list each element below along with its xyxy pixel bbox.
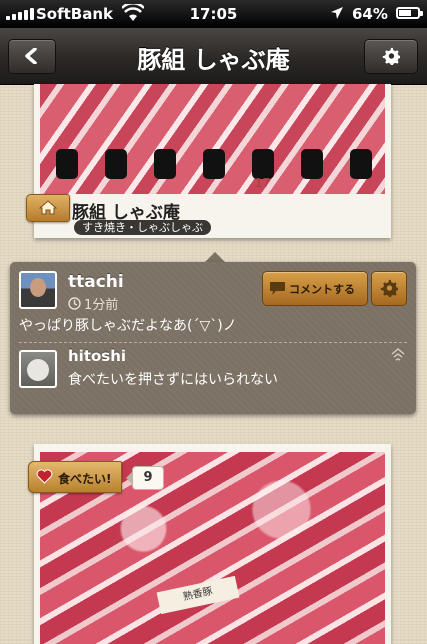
gear-icon <box>382 47 400 65</box>
navigation-bar: 豚組 しゃぶ庵 <box>0 28 427 85</box>
avatar[interactable] <box>19 271 57 309</box>
settings-button[interactable] <box>364 39 418 74</box>
location-icon <box>331 7 343 19</box>
comment-panel: ttachi 1分前 やっぱり豚しゃぶだよなあ(´▽`)ノ コメントする hit… <box>10 262 416 414</box>
panel-pointer <box>205 252 225 262</box>
category-tag[interactable]: すき焼き・しゃぶしゃぶ <box>74 220 211 235</box>
post-settings-button[interactable] <box>371 271 407 306</box>
battery-icon <box>396 7 423 19</box>
home-icon <box>39 200 57 215</box>
home-badge[interactable] <box>26 194 70 222</box>
battery-percent: 64% <box>352 5 388 23</box>
clock-icon <box>68 297 81 310</box>
post-username[interactable]: ttachi <box>68 272 124 292</box>
gear-icon <box>380 279 398 297</box>
photo-label: 熟香豚 <box>156 575 240 615</box>
heart-icon <box>36 469 53 484</box>
reply-icon[interactable] <box>390 348 406 362</box>
reply-text: 食べたいを押さずにはいられない <box>68 372 278 388</box>
comment-divider <box>19 342 407 343</box>
post-text: やっぱり豚しゃぶだよなあ(´▽`)ノ <box>19 318 237 334</box>
speech-bubble-icon <box>270 282 285 295</box>
shop-card[interactable]: 17 豚組 しゃぶ庵 すき焼き・しゃぶしゃぶ <box>34 84 391 238</box>
post-time-row: 1分前 <box>68 294 118 313</box>
avatar[interactable] <box>19 350 57 388</box>
photo-date-text: 17 <box>255 176 271 190</box>
page-title: 豚組 しゃぶ庵 <box>137 46 290 74</box>
comment-button[interactable]: コメントする <box>262 271 368 306</box>
reply-username[interactable]: hitoshi <box>68 347 126 365</box>
want-to-eat-button[interactable]: 食べたい! <box>28 461 122 493</box>
like-count-badge: 9 <box>126 466 164 490</box>
post-time: 1分前 <box>84 298 119 313</box>
shop-photo: 17 <box>40 84 385 194</box>
status-bar: SoftBank 17:05 64% <box>0 0 427 28</box>
